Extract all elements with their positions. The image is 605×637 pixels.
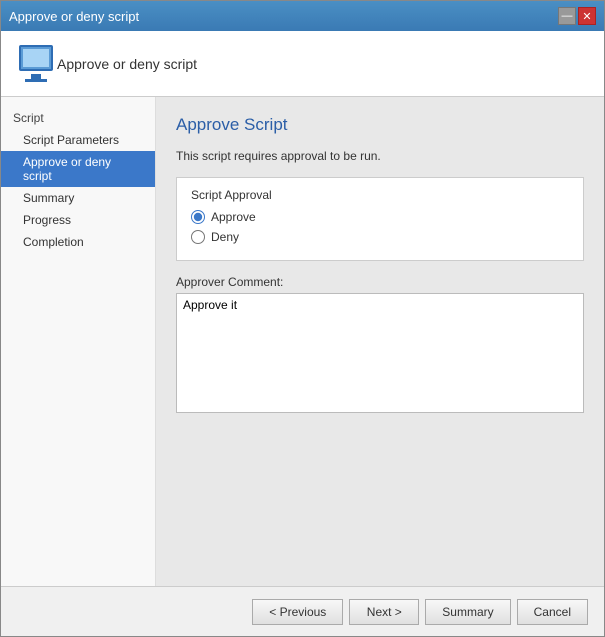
comment-section: Approver Comment: Approve it — [176, 275, 584, 416]
main-panel: Approve Script This script requires appr… — [156, 97, 604, 586]
approve-radio-row[interactable]: Approve — [191, 210, 569, 224]
deny-radio[interactable] — [191, 230, 205, 244]
approve-radio[interactable] — [191, 210, 205, 224]
previous-button[interactable]: < Previous — [252, 599, 343, 625]
comment-textarea[interactable]: Approve it — [176, 293, 584, 413]
sidebar-item-completion[interactable]: Completion — [1, 231, 155, 253]
approval-group-label: Script Approval — [191, 188, 569, 202]
sidebar-item-progress[interactable]: Progress — [1, 209, 155, 231]
sidebar-section-script: Script — [1, 107, 155, 129]
comment-label: Approver Comment: — [176, 275, 584, 289]
sidebar-item-approve-deny[interactable]: Approve or deny script — [1, 151, 155, 187]
window-title: Approve or deny script — [9, 9, 139, 24]
main-window: Approve or deny script — ✕ Approve or de… — [0, 0, 605, 637]
header-area: Approve or deny script — [1, 31, 604, 97]
sidebar-item-summary[interactable]: Summary — [1, 187, 155, 209]
minimize-button[interactable]: — — [558, 7, 576, 25]
sidebar: Script Script Parameters Approve or deny… — [1, 97, 156, 586]
close-button[interactable]: ✕ — [578, 7, 596, 25]
content-area: Script Script Parameters Approve or deny… — [1, 97, 604, 586]
cancel-button[interactable]: Cancel — [517, 599, 588, 625]
computer-icon — [15, 43, 57, 85]
next-button[interactable]: Next > — [349, 599, 419, 625]
sidebar-item-script-parameters[interactable]: Script Parameters — [1, 129, 155, 151]
deny-label: Deny — [211, 230, 239, 244]
approval-group: Script Approval Approve Deny — [176, 177, 584, 261]
description-text: This script requires approval to be run. — [176, 149, 584, 163]
summary-button[interactable]: Summary — [425, 599, 510, 625]
panel-title: Approve Script — [176, 115, 584, 135]
header-text: Approve or deny script — [57, 56, 197, 72]
deny-radio-row[interactable]: Deny — [191, 230, 569, 244]
title-bar: Approve or deny script — ✕ — [1, 1, 604, 31]
approve-label: Approve — [211, 210, 256, 224]
title-bar-controls: — ✕ — [558, 7, 596, 25]
footer: < Previous Next > Summary Cancel — [1, 586, 604, 636]
